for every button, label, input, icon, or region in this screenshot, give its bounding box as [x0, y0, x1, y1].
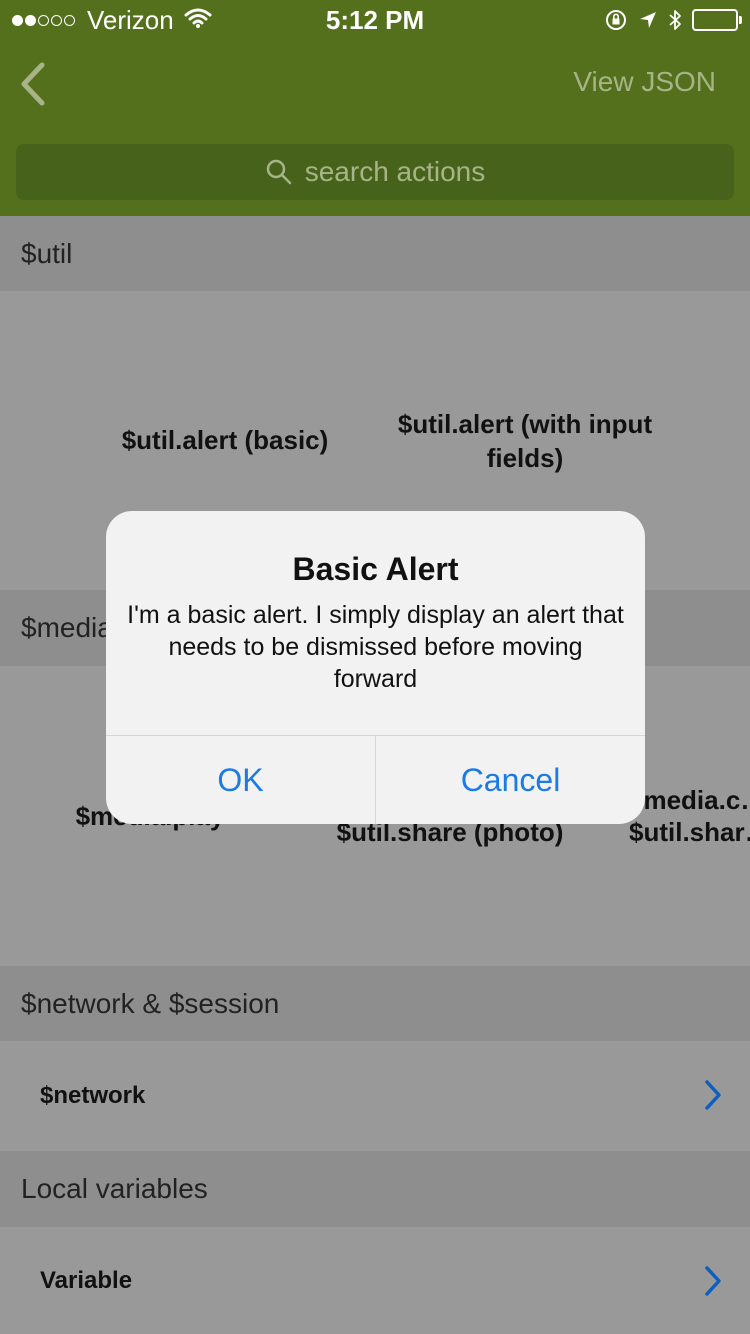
action-util-alert-input-fields[interactable]: $util.alert (with input fields)	[380, 407, 670, 475]
status-right	[594, 4, 742, 36]
ok-button[interactable]: OK	[106, 736, 375, 824]
row-label: Variable	[40, 1266, 133, 1294]
alert-message: I'm a basic alert. I simply display an a…	[127, 601, 624, 693]
search-icon	[265, 158, 293, 186]
section-header-util: $util	[0, 216, 750, 291]
battery-icon	[692, 9, 742, 31]
location-arrow-icon	[638, 10, 658, 30]
navigation-bar: View JSON search actions	[0, 40, 750, 216]
back-chevron-icon	[21, 62, 45, 106]
search-bar[interactable]: search actions	[16, 144, 734, 200]
chevron-right-icon	[705, 1266, 721, 1296]
alert-title: Basic Alert	[292, 551, 459, 587]
action-util-share-partial[interactable]: $util.shar…	[629, 815, 750, 849]
section-header-network-session: $network & $session	[0, 966, 750, 1041]
bluetooth-icon	[668, 8, 682, 32]
rotation-lock-icon	[604, 8, 628, 32]
action-media-partial[interactable]: $media.c…	[629, 783, 750, 817]
view-json-button[interactable]: View JSON	[573, 66, 716, 98]
action-util-alert-basic[interactable]: $util.alert (basic)	[80, 423, 370, 457]
search-input[interactable]: search actions	[305, 156, 486, 188]
status-bar: Verizon 5:12 PM	[0, 0, 750, 40]
back-button[interactable]	[12, 60, 52, 108]
chevron-right-icon	[705, 1080, 721, 1110]
list-row-network[interactable]: $network	[0, 1041, 750, 1151]
alert-dialog: Basic Alert I'm a basic alert. I simply …	[106, 511, 645, 824]
cancel-button[interactable]: Cancel	[376, 736, 645, 824]
row-label: $network	[40, 1082, 146, 1109]
list-row-variable[interactable]: Variable	[0, 1227, 750, 1334]
section-header-local-variables: Local variables	[0, 1151, 750, 1227]
